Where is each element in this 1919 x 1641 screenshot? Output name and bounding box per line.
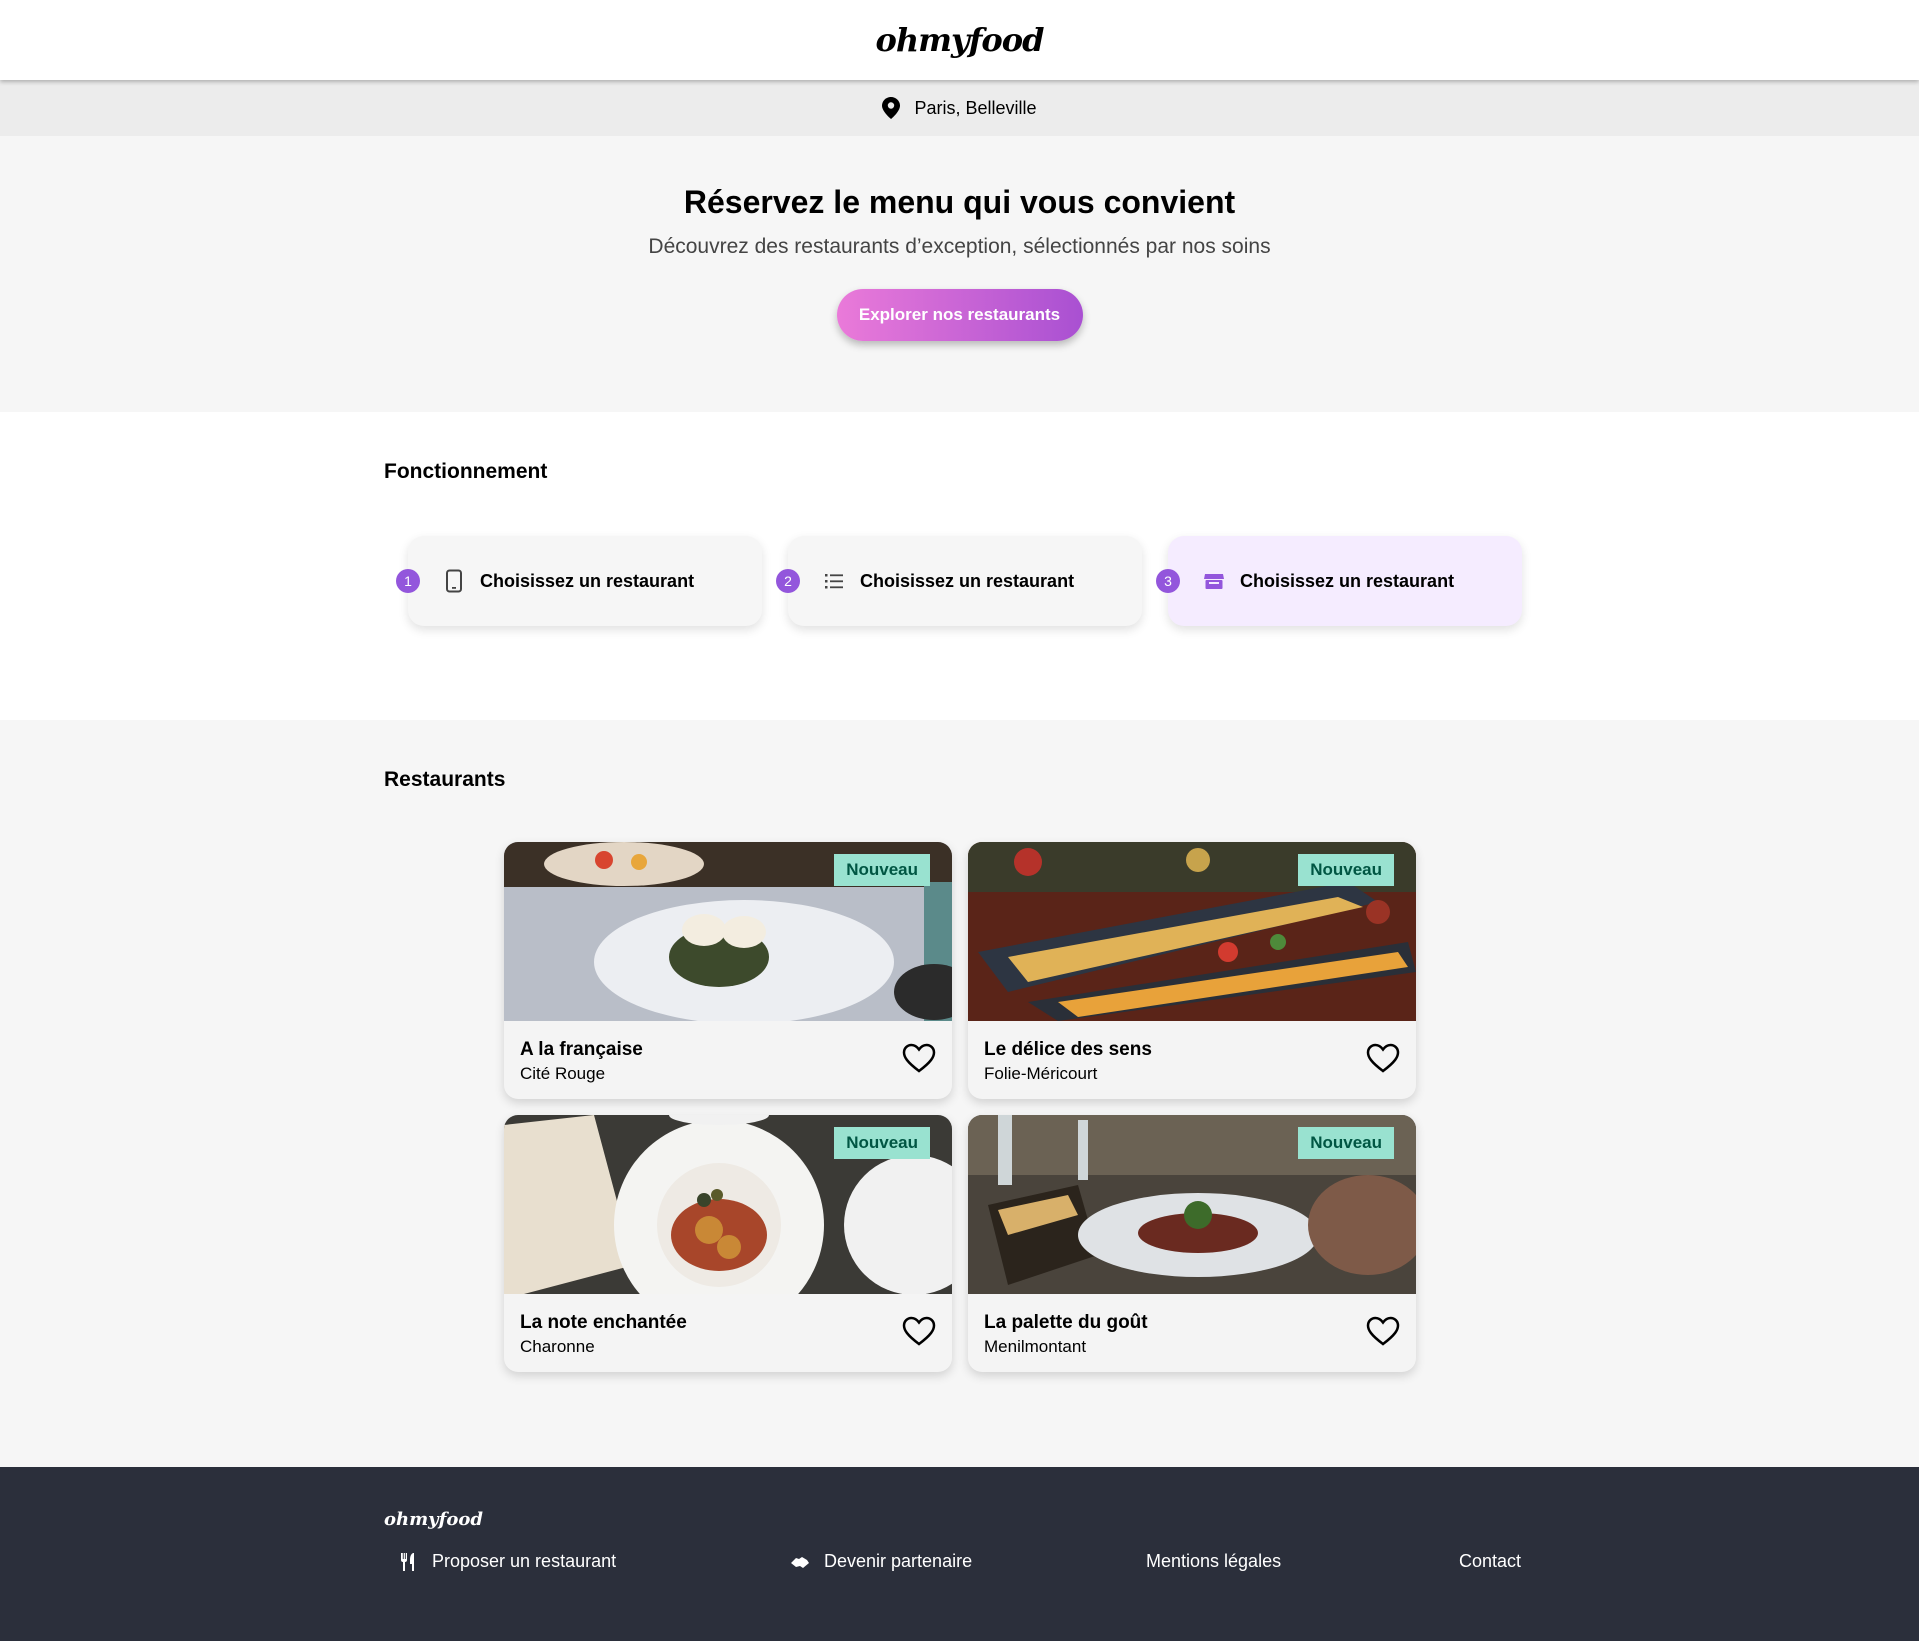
- restaurant-photo[interactable]: Nouveau: [968, 1115, 1416, 1294]
- new-badge: Nouveau: [834, 854, 930, 886]
- restaurant-info: La note enchantée Charonne: [504, 1294, 952, 1372]
- restaurant-grid: Nouveau A la française Cité Rouge Nouvea…: [504, 842, 1416, 1372]
- footer-link-label: Devenir partenaire: [824, 1551, 973, 1571]
- hero-title: Réservez le menu qui vous convient: [683, 184, 1236, 220]
- heart-icon[interactable]: [902, 1316, 936, 1346]
- restaurant-name: La note enchantée: [520, 1312, 687, 1333]
- site-footer: ohmyfood Proposer un restaurant Devenir …: [0, 1467, 1919, 1641]
- restaurant-name: A la française: [520, 1039, 643, 1060]
- map-pin-icon: [882, 97, 901, 119]
- restaurant-area: Charonne: [520, 1337, 595, 1356]
- top-header: ohmyfood: [0, 0, 1919, 80]
- restaurant-photo[interactable]: Nouveau: [504, 1115, 952, 1294]
- step-number: 2: [776, 569, 800, 593]
- new-badge: Nouveau: [834, 1127, 930, 1159]
- section-title-restaurants: Restaurants: [384, 768, 506, 791]
- contact-link[interactable]: Contact: [1459, 1551, 1521, 1572]
- section-title-how: Fonctionnement: [384, 460, 548, 483]
- explore-restaurants-button[interactable]: Explorer nos restaurants: [836, 289, 1083, 341]
- footer-link-label: Contact: [1459, 1551, 1522, 1571]
- hero-section: Réservez le menu qui vous convient Décou…: [0, 136, 1919, 412]
- restaurant-card[interactable]: Nouveau A la française Cité Rouge: [504, 842, 952, 1099]
- step-label: Choisissez un restaurant: [1240, 570, 1455, 591]
- step-label: Choisissez un restaurant: [860, 570, 1075, 591]
- step-label: Choisissez un restaurant: [480, 570, 695, 591]
- hero-subtitle: Découvrez des restaurants d’exception, s…: [648, 235, 1271, 258]
- footer-link-label: Proposer un restaurant: [432, 1551, 617, 1571]
- how-it-works-section: Fonctionnement 1 Choisissez un restauran…: [0, 412, 1919, 720]
- steps-list: 1 Choisissez un restaurant 2 Choisissez …: [396, 536, 1522, 626]
- restaurant-name: La palette du goût: [984, 1312, 1148, 1333]
- new-badge: Nouveau: [1298, 854, 1394, 886]
- restaurant-area: Folie-Méricourt: [984, 1064, 1098, 1083]
- heart-icon[interactable]: [902, 1043, 936, 1073]
- heart-icon[interactable]: [1366, 1316, 1400, 1346]
- footer-logo: ohmyfood: [384, 1509, 483, 1530]
- step-card-1[interactable]: 1 Choisissez un restaurant: [396, 536, 762, 626]
- store-icon: [1202, 569, 1226, 593]
- step-card-2[interactable]: 2 Choisissez un restaurant: [776, 536, 1142, 626]
- restaurant-card[interactable]: Nouveau La note enchantée Charonne: [504, 1115, 952, 1372]
- restaurants-section: Restaurants Nouveau A la française Cité …: [0, 720, 1919, 1467]
- step-number: 3: [1156, 569, 1180, 593]
- restaurant-info: La palette du goût Menilmontant: [968, 1294, 1416, 1372]
- ohmyfood-logo[interactable]: ohmyfood: [876, 21, 1045, 59]
- utensils-icon: [401, 1552, 414, 1571]
- restaurant-photo[interactable]: Nouveau: [504, 842, 952, 1021]
- restaurant-area: Menilmontant: [984, 1337, 1087, 1356]
- location-text: Paris, Belleville: [914, 97, 1037, 118]
- restaurant-info: Le délice des sens Folie-Méricourt: [968, 1021, 1416, 1099]
- become-partner-link[interactable]: Devenir partenaire: [790, 1551, 972, 1572]
- restaurant-area: Cité Rouge: [520, 1064, 606, 1083]
- list-icon: [822, 569, 846, 593]
- step-card-3[interactable]: 3 Choisissez un restaurant: [1156, 536, 1522, 626]
- restaurant-name: Le délice des sens: [984, 1039, 1152, 1060]
- new-badge: Nouveau: [1298, 1127, 1394, 1159]
- heart-icon[interactable]: [1366, 1043, 1400, 1073]
- legal-notice-link[interactable]: Mentions légales: [1146, 1551, 1281, 1572]
- smartphone-icon: [442, 569, 466, 593]
- restaurant-card[interactable]: Nouveau Le délice des sens Folie-Méricou…: [968, 842, 1416, 1099]
- restaurant-card[interactable]: Nouveau La palette du goût Menilmontant: [968, 1115, 1416, 1372]
- step-number: 1: [396, 569, 420, 593]
- restaurant-photo[interactable]: Nouveau: [968, 842, 1416, 1021]
- propose-restaurant-link[interactable]: Proposer un restaurant: [398, 1551, 616, 1572]
- footer-link-label: Mentions légales: [1146, 1551, 1282, 1571]
- location-bar: Paris, Belleville: [0, 80, 1919, 136]
- handshake-icon: [791, 1556, 809, 1568]
- restaurant-info: A la française Cité Rouge: [504, 1021, 952, 1099]
